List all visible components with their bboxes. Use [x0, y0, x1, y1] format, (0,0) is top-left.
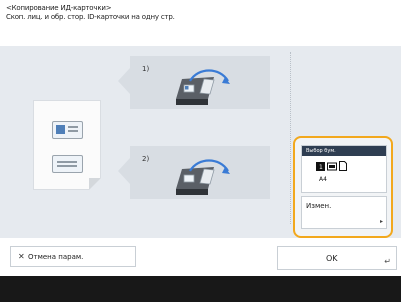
page-subtitle: Скоп. лиц. и обр. стор. ID-карточки на о… — [6, 13, 175, 21]
step-2-panel: 2) — [118, 146, 270, 199]
change-paper-button[interactable]: Измен. ▸ — [301, 196, 387, 229]
cancel-settings-label: Отмена парам. — [28, 253, 84, 261]
panel-separator — [290, 52, 291, 224]
id-card-front-icon — [52, 121, 83, 139]
svg-text:1: 1 — [319, 164, 323, 171]
tray-1-icon: 1 — [316, 161, 325, 171]
paper-tray-icon — [327, 162, 337, 170]
page-title: <Копирование ИД-карточки> — [6, 4, 112, 12]
step-pointer — [118, 158, 130, 184]
scanner-flip-icon — [176, 69, 230, 105]
step-pointer — [118, 68, 130, 94]
photo-icon — [56, 125, 65, 134]
paper-sheet-icon — [339, 161, 347, 171]
paper-header: Выбор бум. — [302, 146, 386, 156]
ok-button[interactable]: OK ↵ — [277, 246, 397, 270]
ok-label: OK — [326, 254, 338, 263]
text-line — [68, 126, 78, 128]
id-card-back-icon — [52, 155, 83, 173]
paper-icons: 1 — [316, 161, 347, 171]
step-1-panel: 1) — [118, 56, 270, 109]
change-paper-label: Измен. — [306, 202, 332, 210]
enter-icon: ↵ — [384, 257, 391, 266]
output-page-preview — [34, 101, 101, 190]
paper-size: A4 — [319, 176, 327, 183]
close-icon: ✕ — [18, 252, 25, 261]
step-number: 2) — [142, 155, 150, 163]
footer-bar — [0, 276, 401, 302]
paper-select-panel: Выбор бум. 1 A4 Измен. ▸ — [293, 136, 393, 238]
paper-info: Выбор бум. 1 A4 — [301, 145, 387, 193]
header: <Копирование ИД-карточки> Скоп. лиц. и о… — [6, 4, 401, 22]
step-number: 1) — [142, 65, 150, 73]
scanner-flip-icon — [176, 159, 230, 195]
text-line — [57, 165, 77, 167]
caret-right-icon: ▸ — [379, 218, 383, 225]
cancel-settings-button[interactable]: ✕ Отмена парам. — [10, 246, 136, 267]
text-line — [57, 161, 77, 163]
text-line — [68, 130, 78, 132]
